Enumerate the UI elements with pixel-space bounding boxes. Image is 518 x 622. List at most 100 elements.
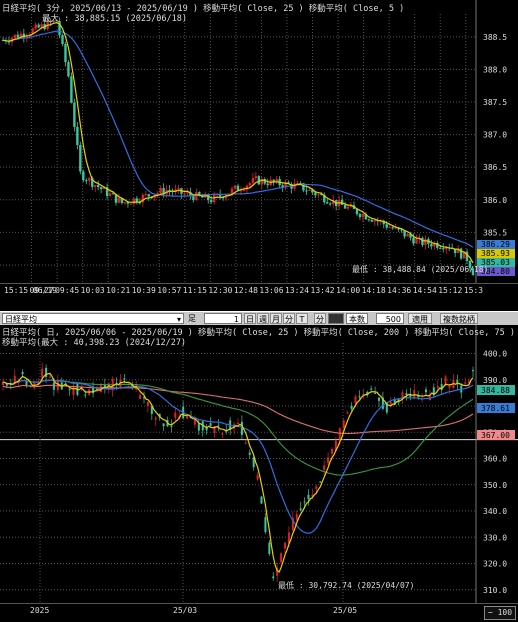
chart-toolbar: 日経平均 ▾ 足 1 日 週 月 分 T 分 本数 500 適用 複数銘柄: [0, 311, 518, 326]
time-label: 10:03: [80, 286, 105, 295]
candle-body: [96, 185, 100, 188]
time-label: 10:39: [131, 286, 156, 295]
price-tag-text: 378.61: [481, 404, 510, 413]
candle-body: [88, 178, 91, 181]
candle-body: [61, 35, 64, 45]
candle-body: [64, 44, 67, 63]
unit-minute-button[interactable]: 分: [283, 313, 295, 324]
bars-count-input[interactable]: 500: [376, 313, 404, 324]
candle-body: [221, 433, 224, 435]
symbol-value: 日経平均: [5, 315, 37, 324]
candle-body: [21, 372, 24, 375]
intraday-chart-panel[interactable]: 388.5388.0387.5387.0386.5386.0385.5385.0…: [0, 0, 518, 283]
daily-max-label: 移動平均(最大 : 40,398.23 (2024/12/27): [2, 338, 187, 348]
candle-body: [70, 76, 73, 103]
candle-body: [358, 396, 361, 398]
candle-body: [472, 370, 474, 372]
time-label: 09:27: [29, 286, 54, 295]
zoom-value: 100: [497, 608, 513, 617]
candle-body: [233, 185, 237, 189]
candle-body: [370, 220, 374, 222]
split-button[interactable]: 分: [314, 313, 326, 324]
candle-body: [391, 227, 394, 229]
price-tick-label: 386.5: [483, 163, 507, 172]
candle-body: [284, 542, 286, 549]
price-tag-text: 384.88: [481, 386, 510, 395]
candle-body: [111, 193, 115, 195]
candle-body: [123, 378, 126, 380]
unit-month-button[interactable]: 月: [270, 313, 282, 324]
candle-body: [76, 126, 79, 145]
daily-bg: [0, 325, 518, 603]
daily-chart[interactable]: 400.0390.0380.0370.0360.0350.0340.0330.0…: [0, 325, 518, 603]
intraday-chart[interactable]: 388.5388.0387.5387.0386.5386.0385.5385.0…: [0, 0, 518, 283]
time-label: 14:18: [361, 286, 386, 295]
candle-body: [248, 182, 252, 186]
unit-tick-button[interactable]: T: [296, 313, 308, 324]
candle-body: [343, 204, 347, 209]
candle-body: [406, 234, 409, 237]
time-label: 14:36: [387, 286, 412, 295]
price-tick-label: 360.0: [483, 455, 507, 464]
price-tick-label: 400.0: [483, 350, 507, 359]
candle-body: [73, 102, 76, 127]
time-label: 12:30: [208, 286, 233, 295]
zoom-control[interactable]: − 100: [484, 606, 516, 620]
candle-body: [16, 34, 20, 38]
candle-body: [415, 238, 418, 244]
candle-body: [346, 412, 349, 414]
daily-min-label: 最低 : 30,792.74 (2025/04/07): [278, 581, 415, 590]
period-count-input[interactable]: 1: [204, 313, 242, 324]
candle-body: [213, 194, 216, 203]
time-label: 15:12: [438, 286, 463, 295]
symbol-select[interactable]: 日経平均 ▾: [2, 313, 184, 324]
candle-body: [210, 200, 213, 203]
candle-body: [303, 501, 306, 503]
candle-body: [413, 390, 416, 398]
candle-body: [237, 422, 239, 425]
compare-button[interactable]: 複数銘柄: [440, 313, 478, 324]
time-label: 11:15: [182, 286, 207, 295]
apply-button[interactable]: 適用: [408, 313, 432, 324]
candle-body: [295, 514, 298, 520]
color-swatch[interactable]: [328, 313, 344, 324]
unit-week-button[interactable]: 週: [257, 313, 269, 324]
candle-body: [385, 224, 388, 228]
candle-body: [240, 421, 243, 435]
minus-icon: −: [487, 608, 498, 617]
candle-body: [41, 368, 44, 378]
candle-body: [361, 214, 365, 218]
candle-body: [94, 185, 97, 187]
price-tick-label: 387.5: [483, 98, 507, 107]
candle-body: [424, 239, 427, 245]
price-tick-label: 387.0: [483, 131, 507, 140]
candle-body: [132, 198, 136, 204]
time-label: 09:45: [55, 286, 80, 295]
candle-body: [430, 243, 433, 247]
candle-body: [144, 194, 147, 196]
candle-body: [319, 481, 322, 483]
candle-body: [272, 576, 275, 579]
time-label: 10:57: [157, 286, 182, 295]
candle-body: [197, 423, 200, 431]
price-tag-text: 367.00: [481, 431, 510, 440]
candle-body: [358, 214, 362, 218]
price-tick-label: 310.0: [483, 586, 507, 595]
candle-body: [373, 220, 377, 222]
price-tick-label: 340.0: [483, 507, 507, 516]
price-tick-label: 388.5: [483, 33, 507, 42]
candle-body: [37, 24, 40, 28]
price-tick-label: 390.0: [483, 376, 507, 385]
daily-grid: [0, 325, 518, 603]
candle-body: [13, 34, 17, 38]
candle-body: [314, 192, 317, 196]
unit-day-button[interactable]: 日: [244, 313, 256, 324]
chevron-down-icon: ▾: [176, 315, 181, 324]
daily-chart-panel[interactable]: 400.0390.0380.0370.0360.0350.0340.0330.0…: [0, 325, 518, 603]
candle-body: [67, 62, 70, 77]
chart-separator: [0, 297, 518, 311]
candle-body: [108, 193, 112, 197]
price-tick-label: 330.0: [483, 533, 507, 542]
candle-body: [305, 190, 308, 192]
candle-body: [403, 230, 406, 237]
